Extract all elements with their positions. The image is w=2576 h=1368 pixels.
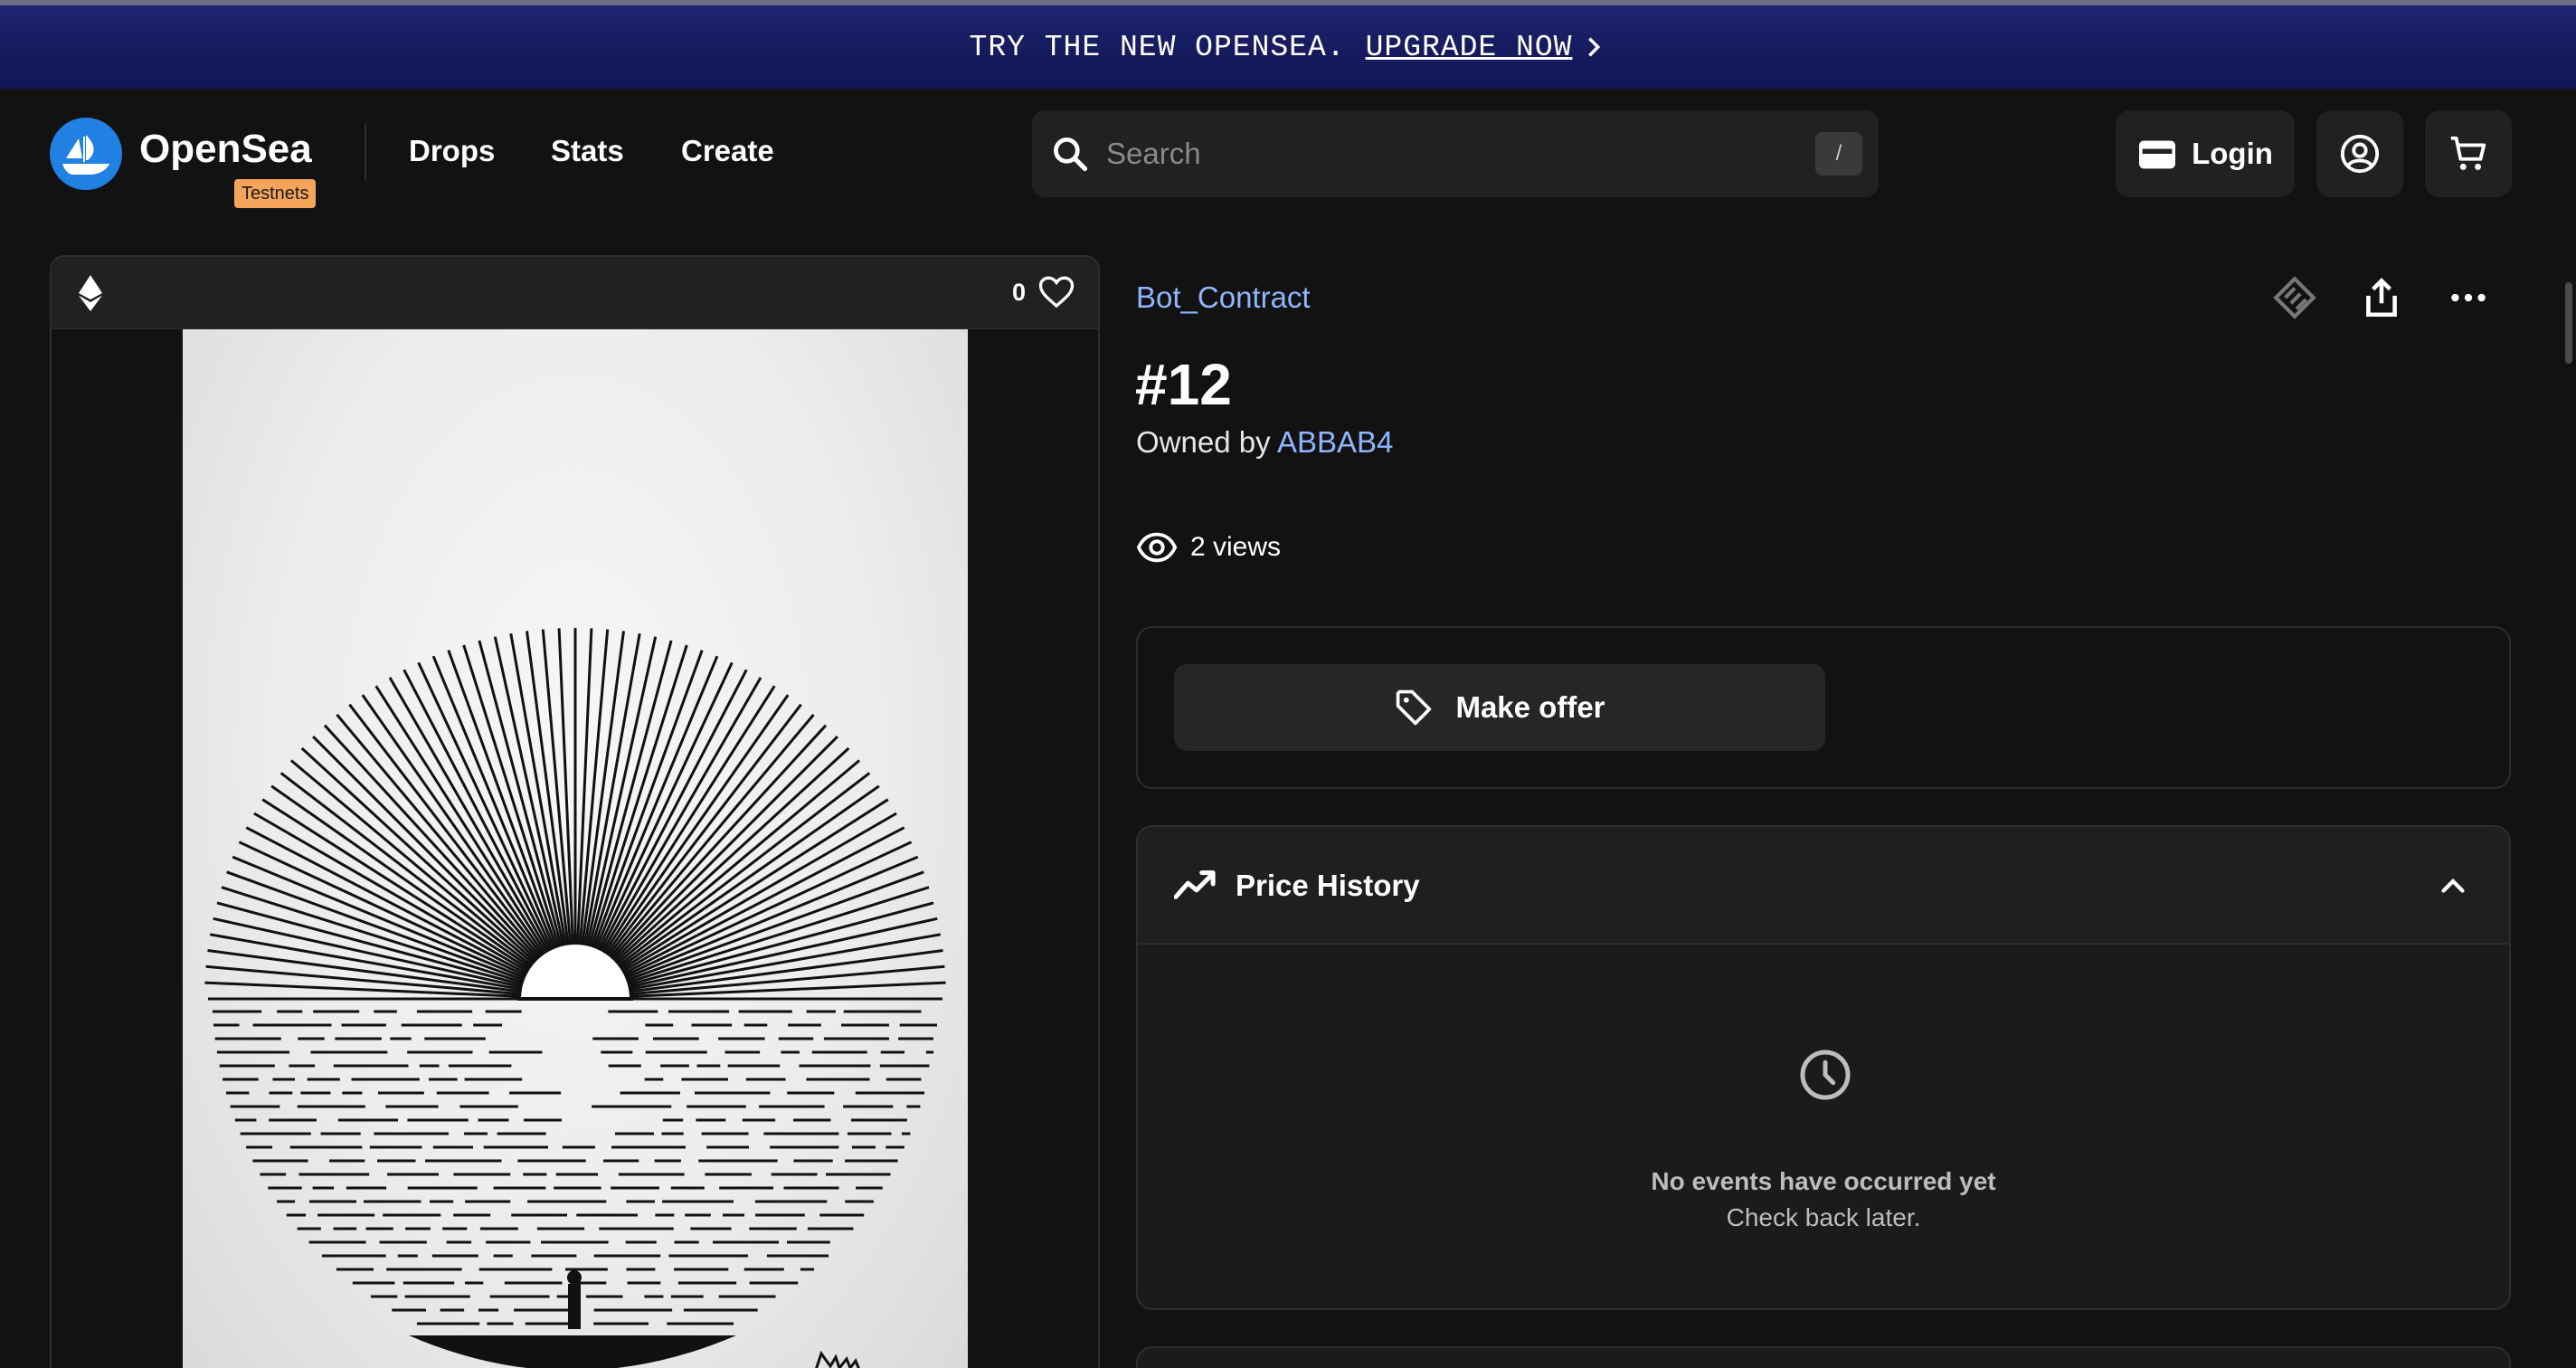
nft-media-panel: 0 [50,255,1100,1368]
trending-up-icon [1174,870,1216,899]
price-history-panel: Price History No events have occurred ye… [1136,825,2511,1310]
price-history-title: Price History [1236,869,1420,902]
more-options-icon[interactable] [2446,275,2491,320]
brand-name[interactable]: OpenSea [139,127,312,172]
heart-icon[interactable] [1038,275,1075,309]
owner-link[interactable]: ABBAB4 [1277,425,1393,459]
clock-icon [1800,1050,1851,1100]
nav-drops[interactable]: Drops [409,134,495,168]
cart-icon [2450,136,2486,170]
testnets-badge: Testnets [234,179,317,208]
favorites-count: 0 [1011,279,1026,306]
search-bar[interactable]: / [1032,110,1879,197]
empty-state-subtitle: Check back later. [1726,1203,1921,1231]
nav-stats[interactable]: Stats [551,134,624,168]
price-history-header[interactable]: Price History [1138,827,2509,945]
login-label: Login [2192,137,2273,170]
tag-icon [1397,689,1432,726]
search-input[interactable] [1106,130,1794,177]
owned-by-label: Owned by [1136,425,1271,459]
search-icon [1054,138,1088,172]
ethereum-icon [79,275,102,311]
top-navbar: OpenSea Testnets Drops Stats Create / Lo… [0,89,2576,219]
make-offer-button[interactable]: Make offer [1174,664,1825,751]
next-panel [1136,1346,2511,1368]
chevron-up-icon[interactable] [2437,870,2469,903]
empty-state-title: No events have occurred yet [1651,1167,1996,1195]
nav-create[interactable]: Create [681,134,774,168]
account-button[interactable] [2316,110,2403,197]
sunrise-drawing [204,628,946,1368]
page-scrollbar[interactable] [2565,282,2572,364]
owned-by: Owned by ABBAB4 [1136,425,1393,460]
login-button[interactable]: Login [2116,110,2295,197]
item-title: #12 [1135,352,1232,417]
cart-button[interactable] [2425,110,2512,197]
chevron-right-icon[interactable] [1581,34,1606,60]
media-toolbar: 0 [52,257,1098,329]
collection-link[interactable]: Bot_Contract [1136,280,1311,315]
upgrade-now-link[interactable]: UPGRADE NOW [1366,31,1573,64]
account-circle-icon [2340,134,2380,174]
transfer-icon[interactable] [2272,275,2317,320]
views-count: 2 views [1136,527,1281,568]
nft-artwork-image[interactable] [183,329,968,1368]
opensea-logo-icon[interactable] [50,118,122,190]
make-offer-label: Make offer [1455,690,1605,724]
views-label: 2 views [1190,532,1282,562]
wallet-icon [2139,140,2176,169]
eye-icon [1136,532,1178,563]
upgrade-banner: TRY THE NEW OPENSEA. UPGRADE NOW [0,0,2576,89]
search-shortcut-key: / [1815,132,1862,176]
offer-panel: Make offer [1136,626,2511,789]
price-history-empty-state: No events have occurred yet Check back l… [1138,946,2509,1308]
nav-divider [365,123,366,181]
banner-text: TRY THE NEW OPENSEA. [969,30,1346,64]
share-icon[interactable] [2359,275,2404,320]
